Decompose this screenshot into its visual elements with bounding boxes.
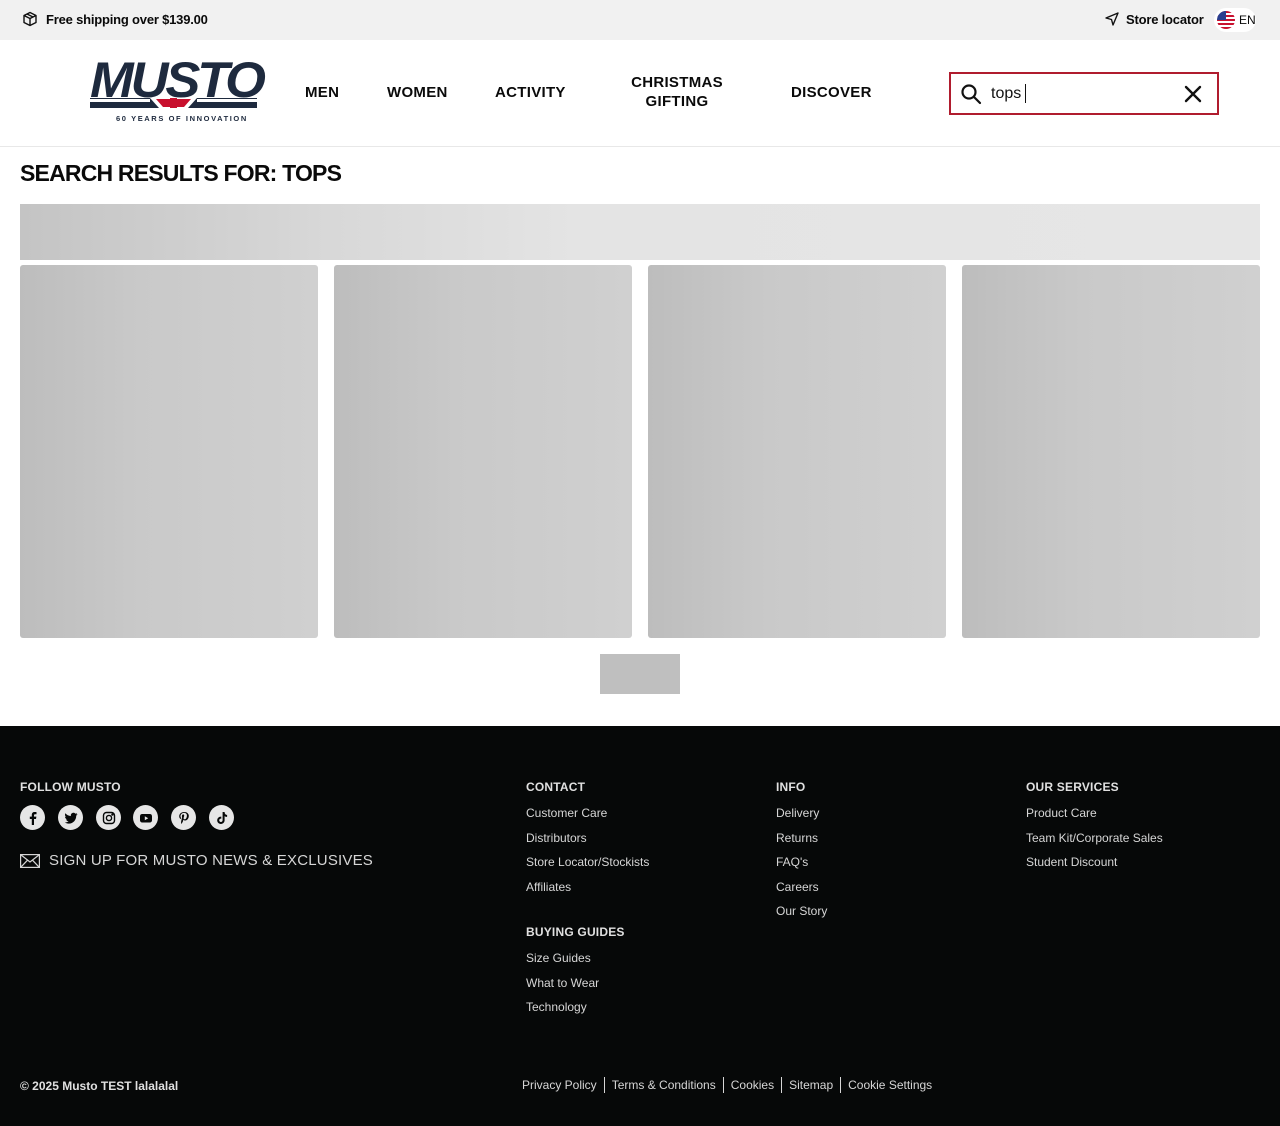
nav-women[interactable]: WOMEN [387,83,448,102]
services-heading: OUR SERVICES [1026,780,1119,794]
legal-link-privacy[interactable]: Privacy Policy [522,1078,597,1092]
nav-christmas-line2: GIFTING [645,93,709,110]
youtube-icon[interactable] [133,805,158,830]
nav-men[interactable]: MEN [305,83,339,102]
pinterest-icon[interactable] [171,805,196,830]
tiktok-icon[interactable] [209,805,234,830]
instagram-icon[interactable] [96,805,121,830]
product-card-placeholder [20,265,318,638]
footer-link-store-locator[interactable]: Store Locator/Stockists [526,855,649,869]
legal-link-cookies[interactable]: Cookies [731,1078,774,1092]
newsletter-signup-text: SIGN UP FOR MUSTO NEWS & EXCLUSIVES [49,852,374,869]
free-shipping-notice: Free shipping over $139.00 [22,11,208,27]
site-footer: FOLLOW MUSTO SIGN UP FOR MUSTO NEWS & EX… [0,726,1280,1126]
footer-link-careers[interactable]: Careers [776,880,819,894]
follow-heading: FOLLOW MUSTO [20,780,121,794]
legal-link-terms[interactable]: Terms & Conditions [612,1078,716,1092]
search-box[interactable] [949,72,1219,115]
nav-discover[interactable]: DISCOVER [791,83,872,102]
close-icon[interactable] [1183,84,1203,104]
search-icon[interactable] [960,83,982,105]
footer-link-student-discount[interactable]: Student Discount [1026,855,1117,869]
footer-link-product-care[interactable]: Product Care [1026,806,1097,820]
logo-tagline: 60 YEARS OF INNOVATION [116,114,248,123]
store-locator-label: Store locator [1126,11,1204,27]
site-header: MUSTO 60 YEARS OF INNOVATION MEN WOMEN A… [0,40,1280,147]
logo-wordmark: MUSTO [90,52,266,108]
footer-link-faqs[interactable]: FAQ's [776,855,808,869]
envelope-icon [20,853,40,868]
legal-link-cookie-settings[interactable]: Cookie Settings [848,1078,932,1092]
footer-link-size-guides[interactable]: Size Guides [526,951,591,965]
us-flag-icon [1217,11,1235,29]
newsletter-signup-link[interactable]: SIGN UP FOR MUSTO NEWS & EXCLUSIVES [20,852,373,869]
footer-link-technology[interactable]: Technology [526,1000,587,1014]
footer-link-distributors[interactable]: Distributors [526,831,587,845]
nav-activity[interactable]: ACTIVITY [495,83,566,102]
top-announcement-bar: Free shipping over $139.00 Store locator… [0,0,1280,40]
musto-logo[interactable]: MUSTO 60 YEARS OF INNOVATION [90,55,266,124]
footer-link-affiliates[interactable]: Affiliates [526,880,571,894]
footer-link-what-to-wear[interactable]: What to Wear [526,976,599,990]
twitter-icon[interactable] [58,805,83,830]
product-card-placeholder [648,265,946,638]
footer-link-delivery[interactable]: Delivery [776,806,819,820]
divider [722,1077,724,1093]
footer-link-our-story[interactable]: Our Story [776,904,827,918]
nav-christmas-line1: CHRISTMAS [631,74,723,91]
union-flag-stripe-icon [90,98,257,108]
divider [840,1077,842,1093]
free-shipping-text: Free shipping over $139.00 [46,11,208,27]
footer-link-team-kit[interactable]: Team Kit/Corporate Sales [1026,831,1163,845]
copyright: © 2025 Musto TEST lalalalal [20,1079,179,1093]
legal-links: Privacy Policy Terms & Conditions Cookie… [522,1077,932,1093]
load-more-placeholder [600,654,680,694]
contact-heading: CONTACT [526,780,586,794]
product-card-placeholder [334,265,632,638]
product-card-placeholder [962,265,1260,638]
facebook-icon[interactable] [20,805,45,830]
page-title: SEARCH RESULTS FOR: TOPS [20,160,342,186]
box-icon [23,11,37,27]
divider [603,1077,605,1093]
footer-link-customer-care[interactable]: Customer Care [526,806,607,820]
text-cursor [1025,84,1026,103]
language-selector[interactable]: EN [1214,8,1256,32]
info-heading: INFO [776,780,806,794]
buying-guides-heading: BUYING GUIDES [526,925,625,939]
language-label: EN [1239,13,1256,27]
location-arrow-icon [1105,12,1119,26]
store-locator-link[interactable]: Store locator [1104,11,1204,27]
filter-bar-placeholder [20,204,1260,260]
search-input[interactable] [991,82,1171,106]
footer-link-returns[interactable]: Returns [776,831,818,845]
divider [781,1077,783,1093]
legal-link-sitemap[interactable]: Sitemap [789,1078,833,1092]
nav-christmas-gifting[interactable]: CHRISTMAS GIFTING [628,73,726,111]
